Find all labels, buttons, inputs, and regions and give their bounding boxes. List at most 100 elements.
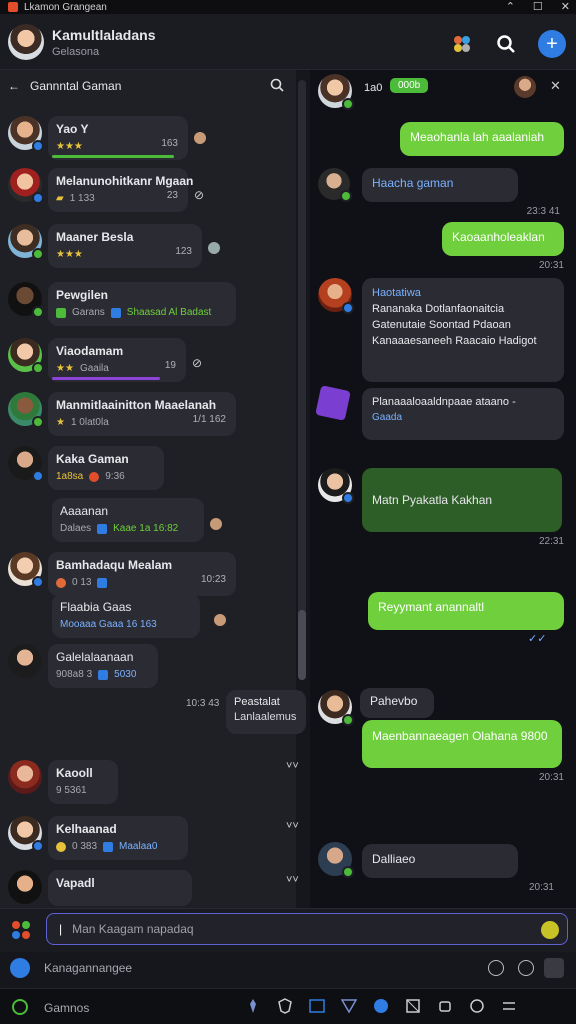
contact-avatar[interactable] [318, 74, 354, 110]
emoji-icon[interactable] [541, 921, 559, 939]
chat-list-scrollbar[interactable] [298, 80, 306, 680]
search-icon[interactable] [494, 32, 518, 56]
more-icon[interactable]: ˅˅ [286, 820, 299, 832]
close-icon[interactable]: ✕ [550, 78, 561, 94]
chat-meta-secondary: Kaae 1a 16:82 [113, 523, 179, 534]
message-bubble[interactable]: Meaohanla lah aaalaniah [400, 122, 564, 156]
app-icon [8, 2, 18, 12]
list-item[interactable]: Kaooll 9 5361 ˅˅ [8, 760, 299, 804]
more-icon[interactable]: ˅˅ [286, 874, 299, 886]
refresh-icon[interactable] [518, 960, 534, 976]
tag-icon [98, 669, 109, 680]
history-icon[interactable] [468, 997, 486, 1015]
tag-icon [97, 577, 108, 588]
list-item[interactable]: Vapadl ˅˅ [8, 870, 299, 906]
sender-avatar [318, 468, 354, 504]
message-time: 20:31 [528, 882, 554, 893]
chat-card[interactable]: Galelalaanaan 908a8 3 5030 [48, 644, 158, 688]
message-bubble[interactable]: Maenbannaeagen Olahana 9800 [362, 720, 562, 768]
reaction-avatar-icon [208, 242, 220, 254]
chat-card[interactable]: Kelhaanad 0 383 Maalaa0 [48, 816, 188, 860]
chat-card[interactable]: Bamhadaqu Mealam 0 13 10:23 [48, 552, 236, 596]
more-icon[interactable]: ˅˅ [286, 760, 299, 772]
chat-name: Pewgilen [56, 288, 109, 302]
chat-card[interactable]: Kaka Gaman 1a8sa 9:36 [48, 446, 164, 490]
globe-icon[interactable] [372, 997, 390, 1015]
menu-icon[interactable] [500, 997, 518, 1015]
chat-time: 19 [164, 360, 176, 371]
list-item[interactable]: Pewgilen Garans Shaasad Al Badast [8, 282, 236, 326]
message-bubble[interactable]: Haotatiwa Rananaka Dotlanfaonaitcia Gate… [362, 278, 564, 382]
message-composer: | Man Kaagam napadaq [0, 908, 576, 952]
chat-card[interactable]: Manmitlaainitton Maaelanah ★ 1 0lat0la 1/… [48, 392, 236, 436]
back-arrow-icon[interactable]: ← [8, 79, 20, 93]
scrollbar-thumb[interactable] [298, 610, 306, 680]
chat-name: Aaaanan [60, 504, 109, 518]
tag-icon [97, 523, 108, 534]
microphone-icon[interactable] [544, 958, 564, 978]
chat-card[interactable]: Pewgilen Garans Shaasad Al Badast [48, 282, 236, 326]
read-receipt-icon: ⊘ [192, 356, 203, 370]
collapse-icon[interactable]: ⌃ [506, 0, 515, 13]
chat-card[interactable]: Maaner Besla ★★★ 123 [48, 224, 202, 268]
search-icon[interactable] [270, 78, 284, 95]
message-bubble[interactable]: Kaoaanholeaklan [442, 222, 564, 256]
chat-meta: 1 0lat0la [70, 417, 109, 428]
chat-card[interactable]: Aaaanan Dalaes Kaae 1a 16:82 [52, 498, 204, 542]
list-item[interactable]: Melanunohitkanr Mgaan ▰ 1 133 23 ⊘ [8, 168, 204, 212]
message-title: Pahevbo [370, 694, 418, 708]
close-icon[interactable]: ✕ [561, 0, 570, 13]
filter-icon[interactable] [340, 997, 358, 1015]
pin-icon[interactable] [244, 997, 262, 1015]
coin-icon [56, 841, 66, 852]
list-item[interactable]: Kaka Gaman 1a8sa 9:36 [8, 446, 164, 490]
list-item[interactable]: Galelalaanaan 908a8 3 5030 [8, 644, 158, 688]
account-icon[interactable] [10, 958, 30, 978]
bubble-line: Lanlaalemus [234, 711, 297, 723]
avatar [8, 116, 44, 152]
message-bubble[interactable]: Planaaaloaaldnpaae ataano - Gaada [362, 388, 564, 440]
message-bubble[interactable]: Haacha gaman [362, 168, 518, 202]
chat-card[interactable]: Viaodamam ★★ Gaaila 19 [48, 338, 186, 382]
profile-avatar[interactable] [8, 24, 44, 60]
reaction-avatar-icon [210, 518, 222, 530]
maximize-icon[interactable]: ☐ [533, 0, 543, 13]
shield-icon[interactable] [276, 997, 294, 1015]
status-row: Kanagannangee [0, 952, 576, 984]
message-time: 22:31 [538, 536, 564, 547]
list-item[interactable]: Viaodamam ★★ Gaaila 19 ⊘ [8, 338, 202, 382]
list-item[interactable]: Yao Y ★★★ 163 [8, 116, 206, 160]
reaction-avatar-icon [194, 132, 206, 144]
list-item[interactable]: Kelhaanad 0 383 Maalaa0 ˅˅ [8, 816, 299, 860]
list-item[interactable]: Manmitlaainitton Maaelanah ★ 1 0lat0la 1/… [8, 392, 236, 436]
participant-avatar[interactable] [514, 76, 536, 98]
avatar [8, 760, 42, 794]
avatar [8, 168, 44, 204]
bot-icon[interactable] [436, 997, 454, 1015]
chat-card[interactable]: Kaooll 9 5361 [48, 760, 118, 804]
message-bubble[interactable]: Dalliaeo [362, 844, 518, 878]
chat-meta: 1 133 [69, 193, 95, 204]
power-icon[interactable] [12, 999, 28, 1015]
profile-name: Kamultlaladans [52, 27, 156, 43]
apps-icon[interactable] [10, 919, 32, 941]
groups-icon[interactable] [450, 32, 474, 56]
left-message-bubble[interactable]: Peastalat Lanlaalemus [226, 690, 306, 734]
message-bubble[interactable]: Matn Pyakatla Kakhan [362, 468, 562, 532]
chat-card[interactable]: Melanunohitkanr Mgaan ▰ 1 133 23 [48, 168, 193, 212]
chat-meta-secondary: Maalaa0 [119, 841, 158, 852]
crop-icon[interactable] [404, 997, 422, 1015]
message-input[interactable]: | Man Kaagam napadaq [46, 913, 568, 945]
reaction-avatar-icon [214, 614, 226, 626]
message-bubble[interactable]: Reyymant anannaltl [368, 592, 564, 630]
new-chat-button[interactable]: + [538, 30, 566, 58]
chat-card[interactable]: Flaabia Gaas Mooaaa Gaaa 16 163 [52, 594, 200, 638]
list-item[interactable]: Bamhadaqu Mealam 0 13 10:23 [8, 552, 236, 596]
image-icon[interactable] [308, 997, 326, 1015]
timer-icon[interactable] [488, 960, 504, 976]
list-item[interactable]: Maaner Besla ★★★ 123 [8, 224, 220, 268]
chat-card[interactable]: Yao Y ★★★ 163 [48, 116, 188, 160]
contact-tag[interactable]: 000b [390, 78, 429, 93]
chat-card[interactable]: Vapadl [48, 870, 192, 906]
message-bubble[interactable]: Pahevbo [360, 688, 434, 718]
